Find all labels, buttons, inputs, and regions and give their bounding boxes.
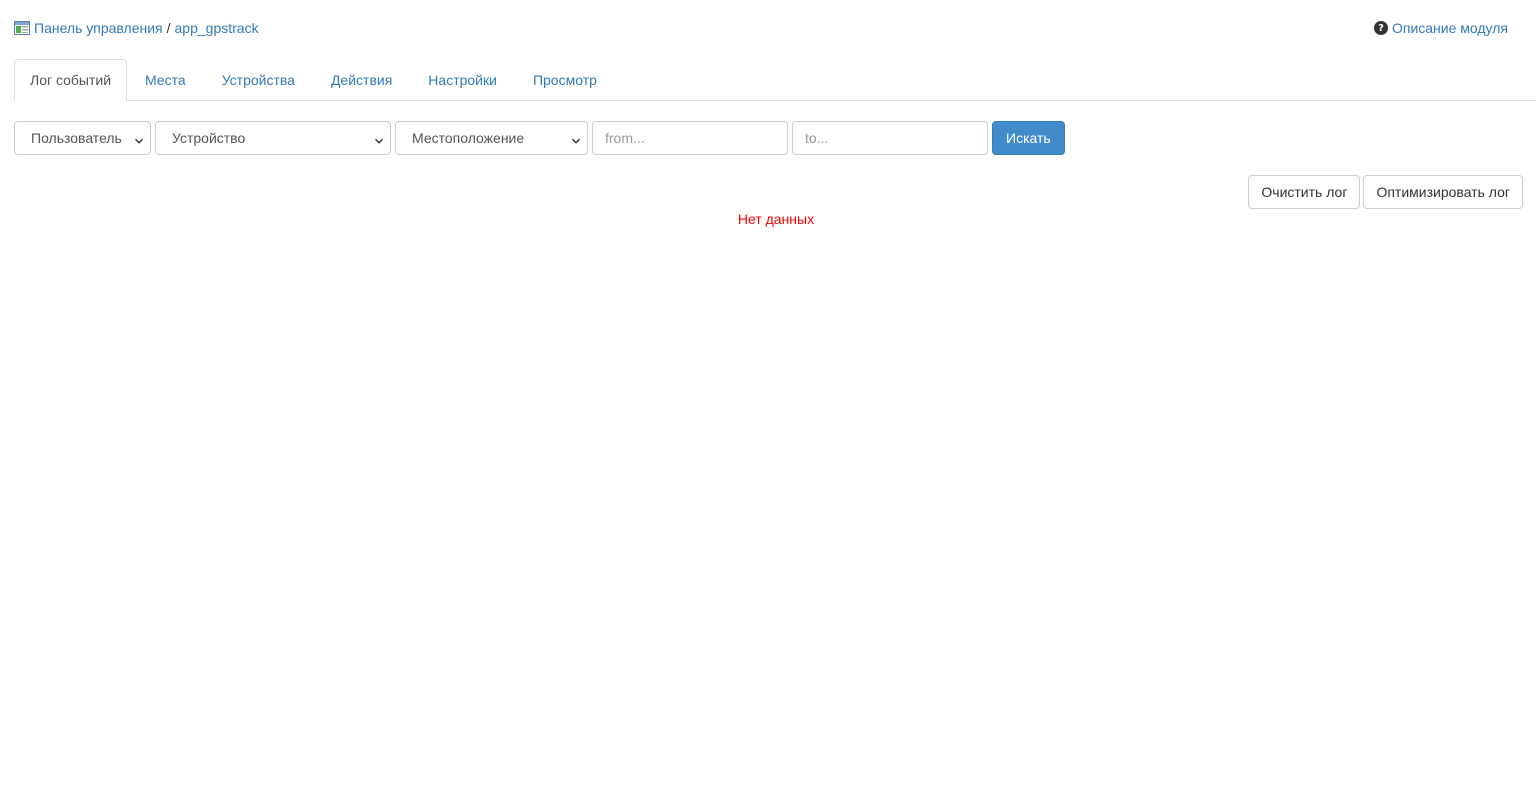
- tab-actions[interactable]: Действия: [313, 59, 410, 101]
- log-actions: Очистить лог Оптимизировать лог: [1245, 175, 1523, 209]
- top-bar: Панель управления / app_gpstrack ? Описа…: [0, 0, 1536, 58]
- module-help[interactable]: ? Описание модуля: [1373, 20, 1508, 36]
- tab-event-log[interactable]: Лог событий: [14, 59, 128, 101]
- tab-devices[interactable]: Устройства: [204, 59, 313, 101]
- chevron-down-icon: [374, 133, 384, 144]
- search-button[interactable]: Искать: [992, 121, 1065, 155]
- no-data-message: Нет данных: [737, 211, 815, 227]
- user-select-value: Пользователь: [31, 130, 122, 146]
- date-to-input[interactable]: to...: [792, 121, 988, 155]
- filter-bar: Пользователь Устройство Местоположение f…: [14, 121, 1065, 155]
- user-select[interactable]: Пользователь: [14, 121, 151, 155]
- location-select[interactable]: Местоположение: [395, 121, 588, 155]
- breadcrumb-current-link[interactable]: app_gpstrack: [175, 20, 259, 36]
- tab-bar: Лог событий Места Устройства Действия На…: [14, 59, 1536, 101]
- clear-log-button[interactable]: Очистить лог: [1248, 175, 1361, 209]
- date-from-placeholder: from...: [605, 130, 645, 146]
- question-circle-icon: ?: [1373, 21, 1388, 35]
- date-to-placeholder: to...: [805, 130, 829, 146]
- module-description-link[interactable]: Описание модуля: [1392, 20, 1508, 36]
- chevron-down-icon: [571, 133, 581, 144]
- tab-settings[interactable]: Настройки: [410, 59, 515, 101]
- device-select[interactable]: Устройство: [155, 121, 391, 155]
- optimize-log-button[interactable]: Оптимизировать лог: [1363, 175, 1523, 209]
- device-select-value: Устройство: [172, 130, 246, 146]
- tab-view[interactable]: Просмотр: [515, 59, 615, 101]
- breadcrumb-separator: /: [166, 20, 171, 36]
- tab-places[interactable]: Места: [127, 59, 204, 101]
- chevron-down-icon: [134, 133, 144, 144]
- module-window-icon: [14, 21, 30, 35]
- date-from-input[interactable]: from...: [592, 121, 788, 155]
- breadcrumb-home-link[interactable]: Панель управления: [34, 20, 163, 36]
- breadcrumb: Панель управления / app_gpstrack: [14, 20, 259, 36]
- location-select-value: Местоположение: [412, 130, 525, 146]
